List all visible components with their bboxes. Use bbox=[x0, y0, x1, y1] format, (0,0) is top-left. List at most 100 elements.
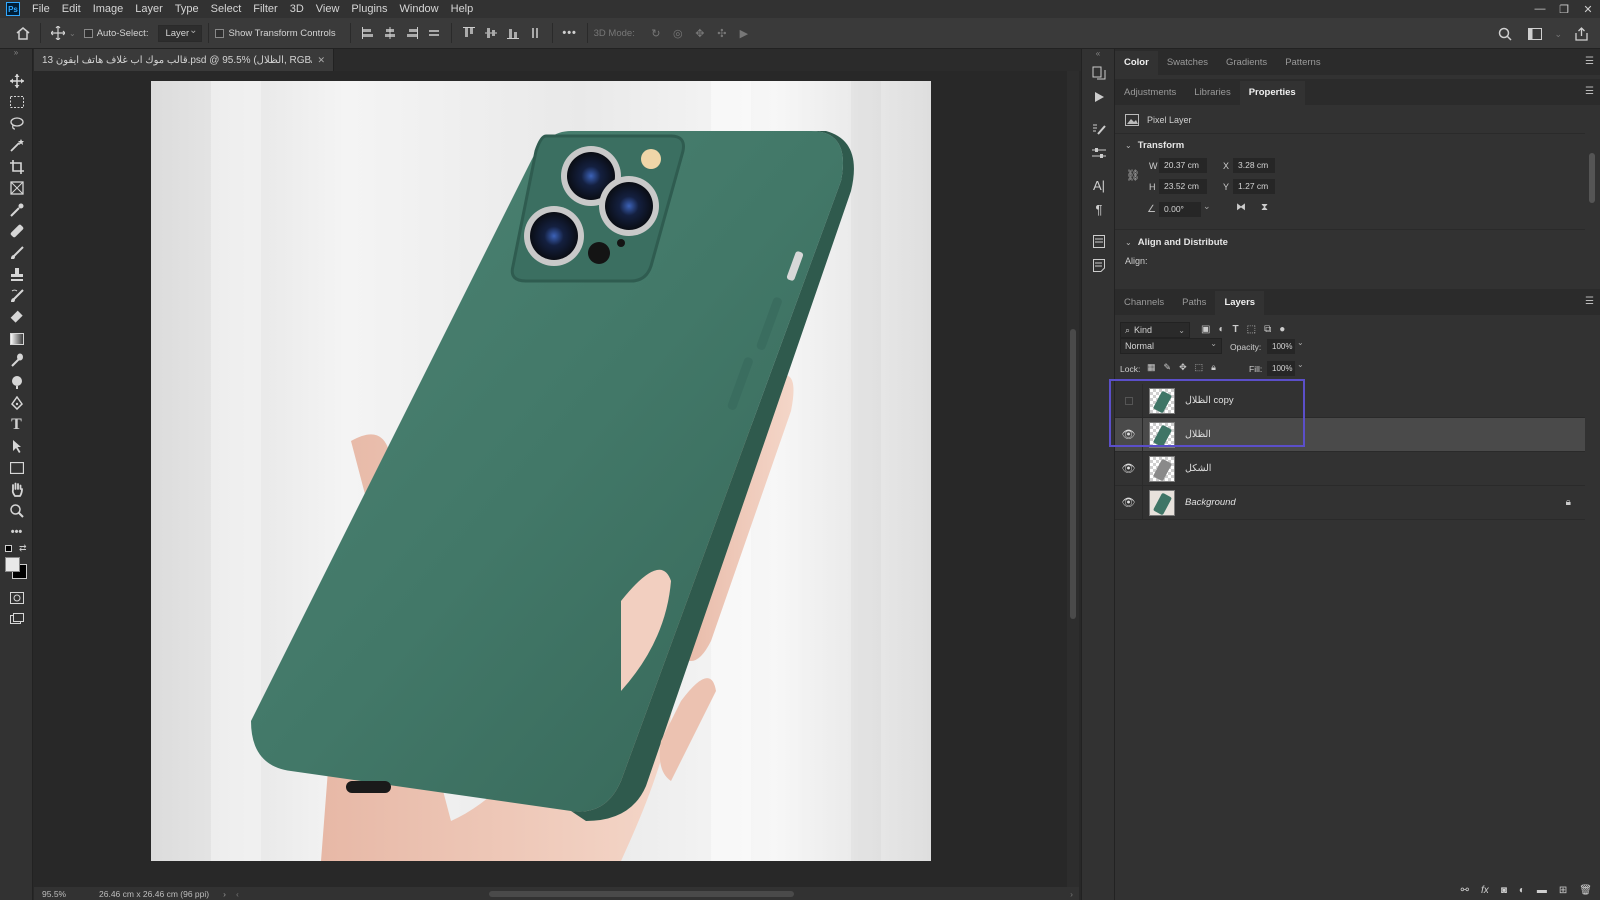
3d-slide-icon[interactable]: ✣ bbox=[711, 22, 733, 44]
status-menu-icon[interactable]: › bbox=[223, 889, 226, 899]
panel-menu-icon[interactable]: ☰ bbox=[1585, 56, 1594, 67]
align-bottom-icon[interactable] bbox=[502, 22, 524, 44]
notes-panel-icon[interactable] bbox=[1082, 253, 1116, 277]
foreground-color-swatch[interactable] bbox=[5, 557, 20, 572]
chevron-down-icon[interactable]: ⌄ bbox=[1203, 201, 1211, 212]
new-layer-icon[interactable]: ⊞ bbox=[1559, 885, 1567, 896]
move-tool-icon[interactable] bbox=[47, 22, 69, 44]
opacity-field[interactable]: 100% bbox=[1267, 339, 1295, 354]
distribute-vertical-icon[interactable] bbox=[524, 22, 546, 44]
auto-select-checkbox[interactable] bbox=[83, 28, 93, 38]
menu-select[interactable]: Select bbox=[205, 0, 248, 18]
zoom-tool-icon[interactable] bbox=[0, 500, 33, 522]
lock-pixels-icon[interactable]: ✎ bbox=[1164, 362, 1172, 373]
layer-mask-icon[interactable]: ◙ bbox=[1501, 885, 1507, 896]
stamp-tool-icon[interactable] bbox=[0, 264, 33, 286]
home-icon[interactable] bbox=[12, 22, 34, 44]
history-brush-tool-icon[interactable] bbox=[0, 285, 33, 307]
collapse-icon[interactable]: « bbox=[1082, 49, 1114, 61]
tab-color[interactable]: Color bbox=[1115, 51, 1158, 75]
tab-paths[interactable]: Paths bbox=[1173, 291, 1215, 315]
menu-layer[interactable]: Layer bbox=[129, 0, 169, 18]
eye-icon[interactable]: 👁︎ bbox=[1115, 485, 1143, 520]
smudge-tool-icon[interactable] bbox=[0, 350, 33, 372]
swap-colors-icon[interactable]: ⇄ bbox=[19, 543, 27, 554]
gradient-tool-icon[interactable] bbox=[0, 328, 33, 350]
actions-panel-icon[interactable] bbox=[1082, 85, 1116, 109]
align-middle-icon[interactable] bbox=[480, 22, 502, 44]
link-layers-icon[interactable]: ⚯ bbox=[1461, 885, 1469, 896]
3d-camera-icon[interactable]: ▶ bbox=[733, 22, 755, 44]
align-top-icon[interactable] bbox=[458, 22, 480, 44]
transform-section-header[interactable]: ⌄ Transform bbox=[1125, 140, 1184, 151]
pen-tool-icon[interactable] bbox=[0, 393, 33, 415]
lock-position-icon[interactable]: ✥ bbox=[1179, 362, 1187, 373]
blend-mode-dropdown[interactable]: Normal ⌄ bbox=[1120, 338, 1222, 354]
document-tab[interactable]: قالب موك اب غلاف هاتف ايفون 13.psd @ 95.… bbox=[34, 49, 334, 71]
healing-brush-tool-icon[interactable] bbox=[0, 221, 33, 243]
magic-wand-tool-icon[interactable] bbox=[0, 135, 33, 157]
move-tool-icon[interactable] bbox=[0, 70, 33, 92]
height-field[interactable]: 23.52 cm bbox=[1159, 179, 1207, 194]
horizontal-scroll-thumb[interactable] bbox=[489, 891, 794, 897]
eyedropper-tool-icon[interactable] bbox=[0, 199, 33, 221]
vertical-scrollbar[interactable] bbox=[1067, 71, 1079, 887]
menu-filter[interactable]: Filter bbox=[247, 0, 283, 18]
eye-icon[interactable]: 👁︎ bbox=[1115, 417, 1143, 452]
layer-filter-dropdown[interactable]: ⌕ Kind ⌄ bbox=[1120, 322, 1190, 338]
menu-view[interactable]: View bbox=[310, 0, 346, 18]
menu-type[interactable]: Type bbox=[169, 0, 205, 18]
3d-pan-icon[interactable]: ✥ bbox=[689, 22, 711, 44]
document-canvas[interactable] bbox=[151, 81, 931, 861]
layer-style-icon[interactable]: fx bbox=[1481, 885, 1489, 896]
scroll-right-icon[interactable]: › bbox=[1070, 889, 1073, 899]
filter-shape-icon[interactable]: ⬚ bbox=[1247, 324, 1256, 335]
show-transform-checkbox[interactable] bbox=[215, 28, 225, 38]
lock-transparent-icon[interactable]: ▦ bbox=[1147, 362, 1156, 373]
crop-tool-icon[interactable] bbox=[0, 156, 33, 178]
align-center-icon[interactable] bbox=[379, 22, 401, 44]
more-tools-icon[interactable]: ••• bbox=[0, 522, 33, 544]
eye-icon[interactable]: 👁︎ bbox=[1115, 451, 1143, 486]
dodge-tool-icon[interactable] bbox=[0, 371, 33, 393]
rectangle-tool-icon[interactable] bbox=[0, 457, 33, 479]
more-options-icon[interactable]: ••• bbox=[559, 22, 581, 44]
menu-3d[interactable]: 3D bbox=[284, 0, 310, 18]
workspace-icon[interactable] bbox=[1524, 23, 1546, 45]
tab-patterns[interactable]: Patterns bbox=[1276, 51, 1329, 75]
lock-artboard-icon[interactable]: ⬚ bbox=[1195, 362, 1204, 373]
lock-all-icon[interactable]: 🔒︎ bbox=[1211, 362, 1216, 373]
tab-libraries[interactable]: Libraries bbox=[1185, 81, 1239, 105]
layer-row[interactable]: 👁︎ الشكل bbox=[1115, 451, 1585, 486]
tab-adjustments[interactable]: Adjustments bbox=[1115, 81, 1185, 105]
align-section-header[interactable]: ⌄ Align and Distribute bbox=[1125, 237, 1228, 248]
distribute-icon[interactable] bbox=[423, 22, 445, 44]
layer-name[interactable]: الشكل bbox=[1185, 463, 1211, 474]
tab-gradients[interactable]: Gradients bbox=[1217, 51, 1276, 75]
layer-row[interactable]: الظلال copy bbox=[1115, 383, 1585, 418]
properties-scrollbar[interactable] bbox=[1588, 139, 1596, 309]
trash-icon[interactable]: 🗑︎ bbox=[1579, 885, 1592, 896]
filter-pixel-icon[interactable]: ▣ bbox=[1201, 324, 1210, 335]
filter-smart-object-icon[interactable]: ⧉ bbox=[1264, 324, 1271, 335]
tab-swatches[interactable]: Swatches bbox=[1158, 51, 1217, 75]
y-field[interactable]: 1.27 cm bbox=[1233, 179, 1275, 194]
minimize-icon[interactable]: — bbox=[1528, 0, 1552, 18]
chevron-down-icon[interactable]: ⌄ bbox=[69, 29, 76, 38]
eraser-tool-icon[interactable] bbox=[0, 307, 33, 329]
share-icon[interactable] bbox=[1570, 23, 1592, 45]
width-field[interactable]: 20.37 cm bbox=[1159, 158, 1207, 173]
link-icon[interactable]: ⛓ bbox=[1126, 169, 1140, 182]
menu-plugins[interactable]: Plugins bbox=[345, 0, 393, 18]
scroll-left-icon[interactable]: ‹ bbox=[236, 889, 239, 899]
x-field[interactable]: 3.28 cm bbox=[1233, 158, 1275, 173]
hand-tool-icon[interactable] bbox=[0, 479, 33, 501]
search-icon[interactable] bbox=[1494, 23, 1516, 45]
layer-row[interactable]: 👁︎ الظلال bbox=[1115, 417, 1585, 452]
properties-scroll-thumb[interactable] bbox=[1589, 153, 1595, 203]
lasso-tool-icon[interactable] bbox=[0, 113, 33, 135]
paragraph-panel-icon[interactable]: ¶ bbox=[1082, 197, 1116, 221]
tab-channels[interactable]: Channels bbox=[1115, 291, 1173, 315]
canvas-area[interactable] bbox=[34, 71, 1067, 887]
layer-comps-icon[interactable] bbox=[1082, 229, 1116, 253]
